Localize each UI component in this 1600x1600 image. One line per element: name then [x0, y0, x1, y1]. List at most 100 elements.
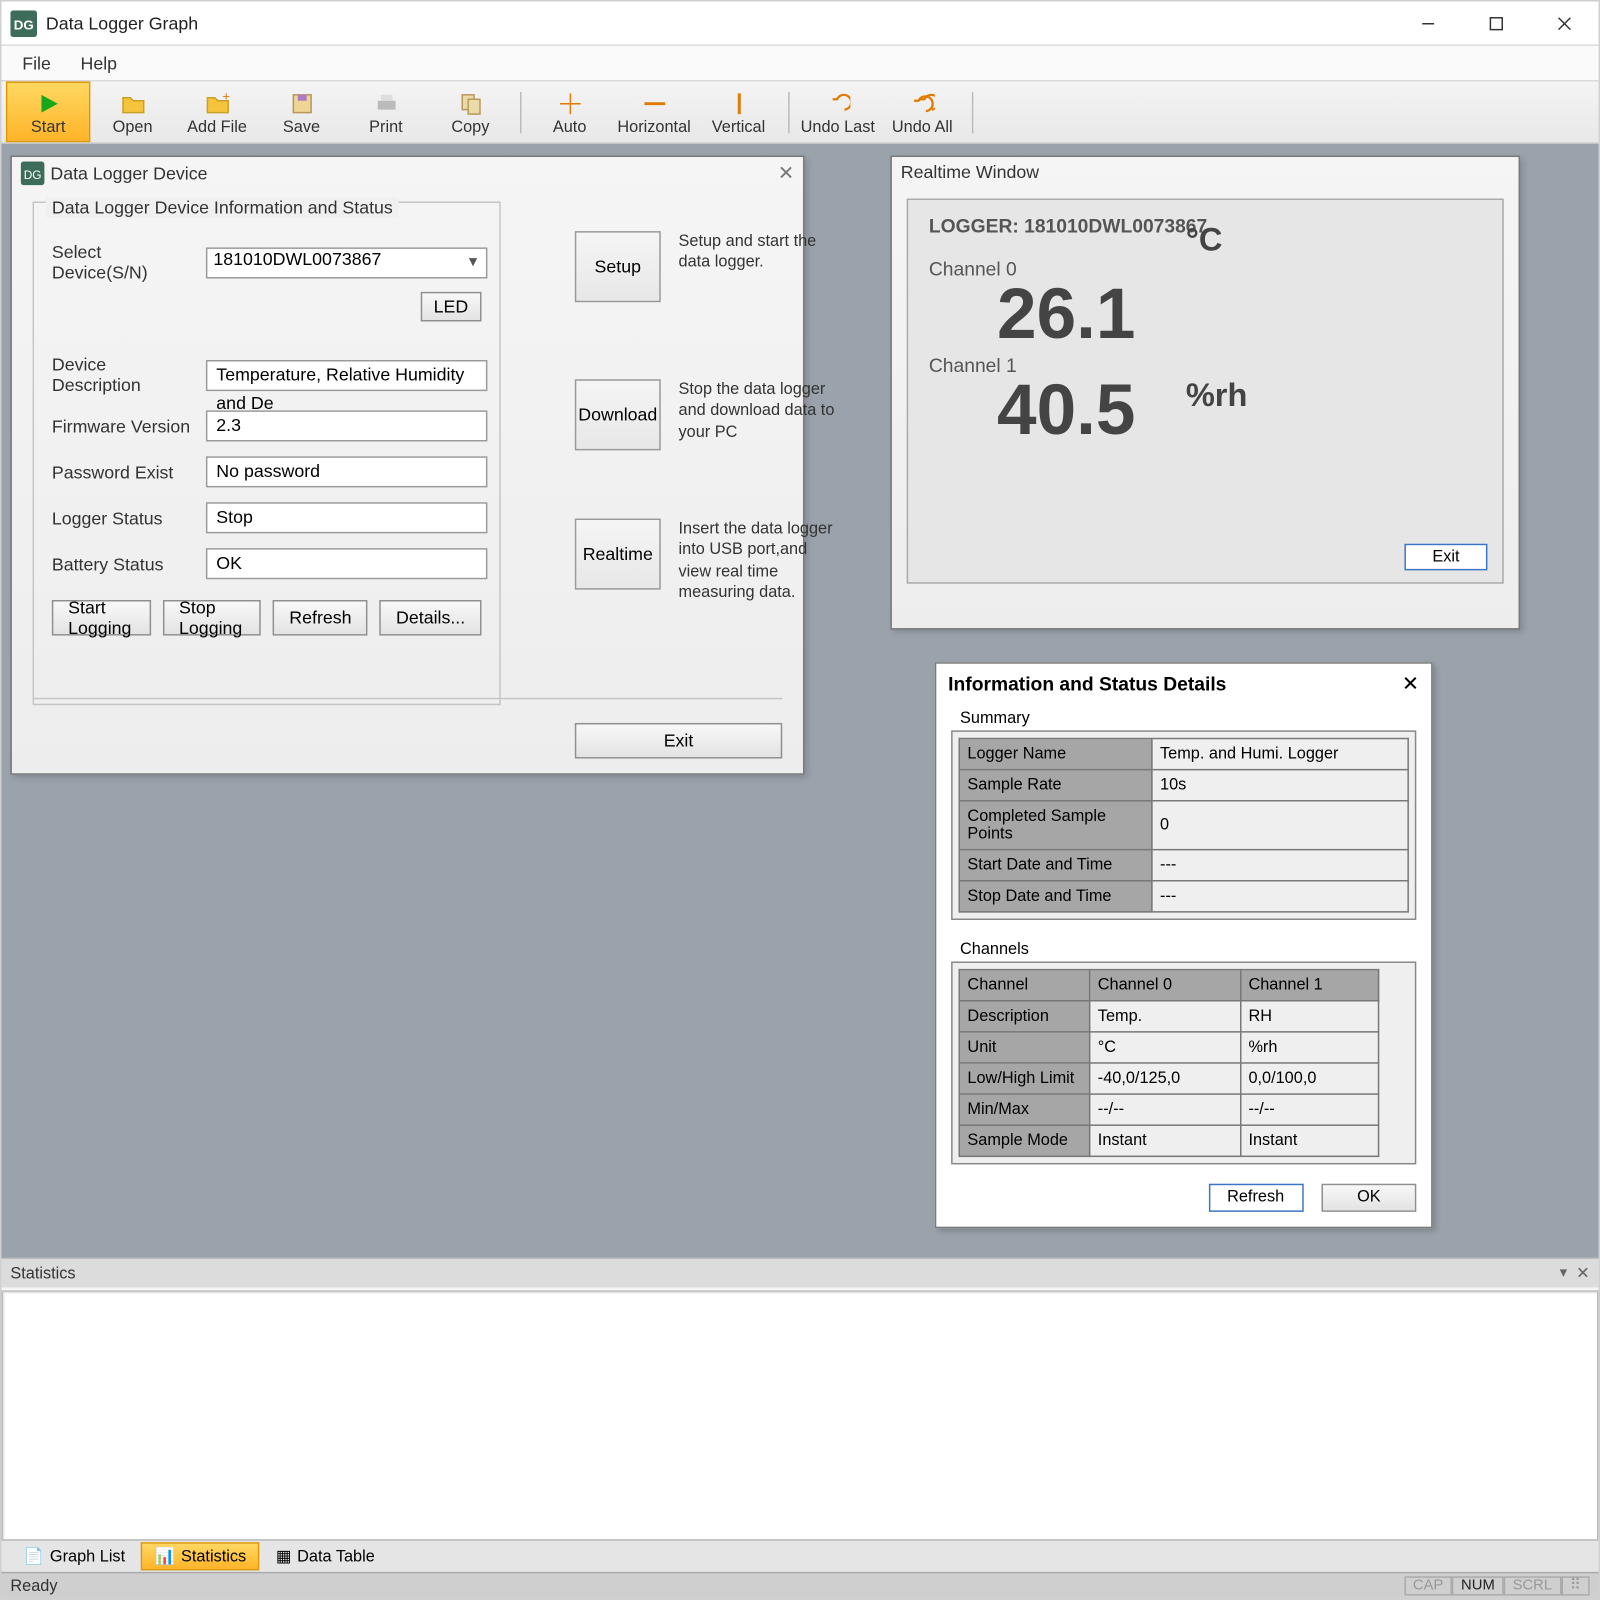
copy-icon	[459, 88, 483, 118]
toolbar-copy[interactable]: Copy	[428, 81, 512, 142]
tab-statistics[interactable]: 📊Statistics	[141, 1542, 259, 1570]
details-button[interactable]: Details...	[380, 600, 482, 636]
battery-field[interactable]: OK	[206, 548, 487, 579]
realtime-title: Realtime Window	[901, 161, 1039, 182]
toolbar-separator	[513, 81, 528, 142]
svg-text:DG: DG	[24, 168, 42, 182]
print-icon	[374, 88, 398, 118]
toolbar-save[interactable]: Save	[259, 81, 343, 142]
toolbar-vertical[interactable]: Vertical	[696, 81, 780, 142]
realtime-button[interactable]: Realtime	[575, 519, 661, 590]
stats-title: Statistics	[10, 1264, 75, 1282]
status-num: NUM	[1452, 1576, 1504, 1595]
toolbar-open[interactable]: Open	[90, 81, 174, 142]
arrows-h-icon	[642, 88, 666, 118]
ch0-unit: °C	[1186, 221, 1223, 351]
tab-graph-list[interactable]: 📄Graph List	[10, 1542, 138, 1570]
select-device-label: Select Device(S/N)	[52, 241, 200, 282]
desc-label: Device Description	[52, 354, 200, 395]
realtime-exit-button[interactable]: Exit	[1404, 544, 1487, 571]
setup-text: Setup and start the data logger.	[679, 231, 842, 302]
pw-label: Password Exist	[52, 461, 200, 482]
app-icon: DG	[10, 10, 37, 37]
stats-body	[1, 1290, 1598, 1540]
info-title: Information and Status Details	[948, 673, 1226, 695]
status-cap: CAP	[1404, 1576, 1452, 1595]
setup-button[interactable]: Setup	[575, 231, 661, 302]
desc-field[interactable]: Temperature, Relative Humidity and De	[206, 359, 487, 390]
status-resize-grip[interactable]: ⠿	[1561, 1576, 1590, 1595]
menu-help[interactable]: Help	[66, 50, 132, 77]
device-panel-title: Data Logger Device	[50, 163, 207, 184]
close-button[interactable]	[1530, 1, 1598, 45]
undo-all-icon	[910, 88, 934, 118]
ch1-value: 40.5	[997, 376, 1135, 447]
app-title: Data Logger Graph	[46, 13, 1394, 34]
start-logging-button[interactable]: Start Logging	[52, 600, 151, 636]
statistics-panel: Statistics ▾ ✕	[1, 1258, 1598, 1539]
password-field[interactable]: No password	[206, 456, 487, 487]
tab-data-table[interactable]: ▦Data Table	[262, 1542, 388, 1570]
device-panel: DG Data Logger Device ✕ Data Logger Devi…	[10, 156, 804, 775]
list-icon: 📄	[24, 1547, 44, 1566]
maximize-button[interactable]	[1462, 1, 1530, 45]
undo-icon	[826, 88, 850, 118]
statusbar: Ready CAP NUM SCRL ⠿	[1, 1572, 1598, 1599]
arrows-v-icon	[727, 88, 751, 118]
logger-status-field[interactable]: Stop	[206, 502, 487, 533]
play-icon	[36, 88, 60, 118]
summary-table: Logger NameTemp. and Humi. Logger Sample…	[959, 738, 1409, 913]
realtime-window: Realtime Window LOGGER: 181010DWL0073867…	[890, 156, 1520, 630]
table-icon: ▦	[276, 1547, 291, 1566]
workspace: DG Data Logger Device ✕ Data Logger Devi…	[1, 144, 1598, 1258]
device-close-icon[interactable]: ✕	[778, 161, 794, 185]
download-text: Stop the data logger and download data t…	[679, 379, 842, 450]
minimize-button[interactable]	[1394, 1, 1462, 45]
app-icon: DG	[21, 161, 45, 185]
status-scrl: SCRL	[1504, 1576, 1561, 1595]
save-icon	[290, 88, 314, 118]
info-close-icon[interactable]: ✕	[1402, 671, 1419, 696]
toolbar-horizontal[interactable]: Horizontal	[612, 81, 696, 142]
arrows-all-icon	[558, 88, 582, 118]
info-details-dialog: Information and Status Details ✕ Summary…	[935, 662, 1433, 1227]
svg-text:+: +	[221, 91, 228, 103]
toolbar-auto[interactable]: Auto	[527, 81, 611, 142]
device-select[interactable]: 181010DWL0073867	[206, 247, 487, 278]
svg-text:DG: DG	[14, 17, 34, 32]
info-ok-button[interactable]: OK	[1321, 1183, 1416, 1211]
menubar: File Help	[1, 46, 1598, 82]
status-ready: Ready	[10, 1577, 57, 1595]
toolbar: Start Open +Add File Save Print Copy Aut…	[1, 81, 1598, 143]
tab-bar: 📄Graph List 📊Statistics ▦Data Table	[1, 1539, 1598, 1572]
download-button[interactable]: Download	[575, 379, 661, 450]
toolbar-print[interactable]: Print	[344, 81, 428, 142]
firmware-field[interactable]: 2.3	[206, 410, 487, 441]
channels-label: Channels	[960, 941, 1416, 959]
folder-icon	[121, 88, 145, 118]
stats-icon: 📊	[155, 1547, 175, 1566]
toolbar-start[interactable]: Start	[6, 81, 90, 142]
toolbar-undolast[interactable]: Undo Last	[796, 81, 880, 142]
stop-logging-button[interactable]: Stop Logging	[163, 600, 261, 636]
summary-label: Summary	[960, 710, 1416, 728]
toolbar-undoall[interactable]: Undo All	[880, 81, 964, 142]
refresh-button[interactable]: Refresh	[273, 600, 368, 636]
ch0-value: 26.1	[997, 280, 1135, 351]
toolbar-separator	[964, 81, 979, 142]
info-refresh-button[interactable]: Refresh	[1208, 1183, 1303, 1211]
channels-table: ChannelChannel 0Channel 1 DescriptionTem…	[959, 969, 1380, 1157]
ch1-unit: %rh	[1186, 376, 1248, 447]
toolbar-addfile[interactable]: +Add File	[175, 81, 259, 142]
toolbar-separator	[781, 81, 796, 142]
fw-label: Firmware Version	[52, 416, 200, 437]
realtime-text: Insert the data logger into USB port,and…	[679, 519, 842, 604]
status-label: Logger Status	[52, 507, 200, 528]
titlebar: DG Data Logger Graph	[1, 1, 1598, 45]
pin-icon[interactable]: ▾	[1560, 1265, 1567, 1281]
device-exit-button[interactable]: Exit	[575, 723, 782, 759]
stats-close-icon[interactable]: ✕	[1576, 1264, 1590, 1283]
add-file-icon: +	[205, 88, 229, 118]
menu-file[interactable]: File	[7, 50, 65, 77]
led-button[interactable]: LED	[420, 292, 481, 322]
